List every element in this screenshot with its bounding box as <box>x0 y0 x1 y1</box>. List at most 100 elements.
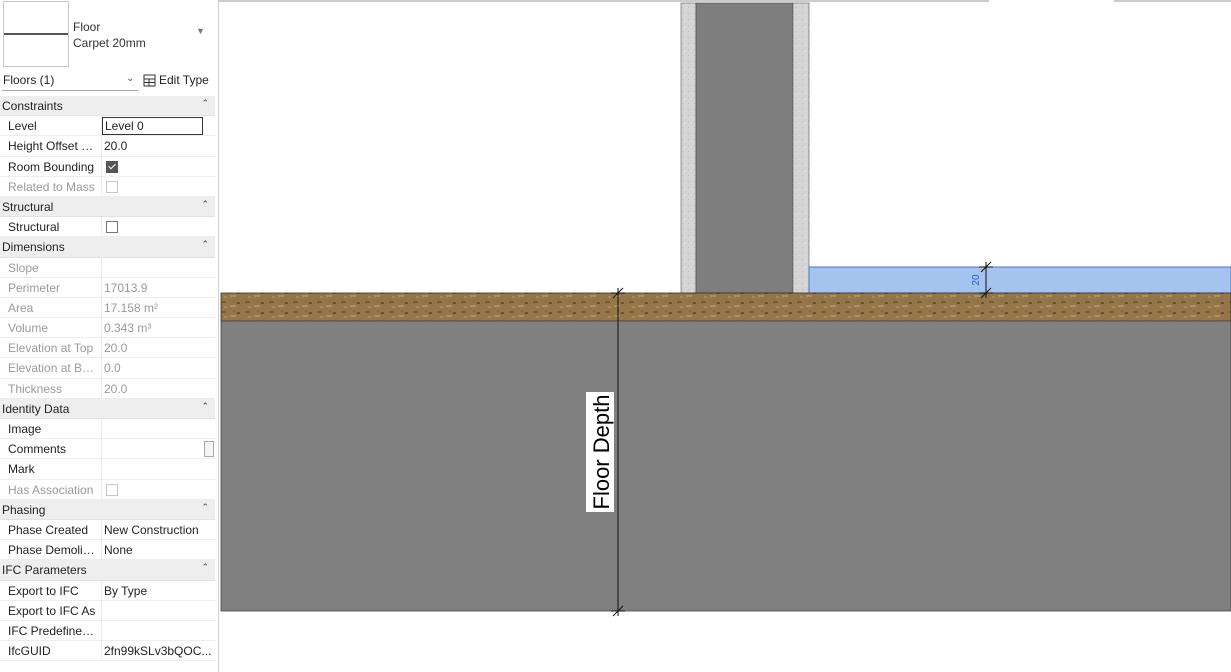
type-type-label: Carpet 20mm <box>73 36 146 50</box>
prop-row-volume: Volume 0.343 m³ <box>0 318 215 339</box>
prop-name: Slope <box>8 260 39 275</box>
prop-name: Phase Demolish... <box>8 543 100 558</box>
prop-row-slope: Slope <box>0 257 215 278</box>
prop-row-export-ifc-as[interactable]: Export to IFC As <box>0 600 215 621</box>
instance-filter[interactable]: Floors (1) ⌄ Edit Type <box>0 70 218 92</box>
type-preview-thumbnail <box>3 1 69 67</box>
screed-layer[interactable] <box>220 292 1231 322</box>
wall-finish-right[interactable] <box>792 2 810 294</box>
level-field[interactable]: Level 0 <box>102 117 203 136</box>
structural-checkbox[interactable] <box>106 221 118 234</box>
wall-finish-left[interactable] <box>680 2 697 294</box>
category-identity-data[interactable]: Identity Data ⌃ <box>0 398 215 419</box>
prop-value: 17013.9 <box>104 280 148 295</box>
chevron-down-icon[interactable]: ▼ <box>196 26 205 36</box>
collapse-icon[interactable]: ⌃ <box>201 199 209 210</box>
prop-row-room-bounding[interactable]: Room Bounding <box>0 156 215 177</box>
prop-name: Related to Mass <box>8 179 95 194</box>
prop-value[interactable]: None <box>104 543 212 557</box>
prop-row-ifcguid[interactable]: IfcGUID 2fn99kSLv3bQOC... <box>0 641 215 662</box>
prop-row-elevation-top: Elevation at Top 20.0 <box>0 338 215 359</box>
prop-name: Elevation at Top <box>8 341 94 356</box>
edit-type-label: Edit Type <box>159 73 209 87</box>
edit-type-button[interactable]: Edit Type <box>143 73 209 87</box>
prop-name: Image <box>8 422 42 436</box>
prop-name: Room Bounding <box>8 159 95 174</box>
concrete-slab[interactable] <box>220 320 1231 612</box>
prop-value[interactable]: By Type <box>104 584 212 598</box>
prop-value[interactable]: 2fn99kSLv3bQOC... <box>104 644 212 658</box>
prop-row-ifc-predefined[interactable]: IFC Predefined ... <box>0 620 215 642</box>
prop-row-export-ifc[interactable]: Export to IFC By Type <box>0 580 215 601</box>
properties-panel: Floor Carpet 20mm ▼ Floors (1) ⌄ Edit Ty… <box>0 0 219 672</box>
prop-row-elevation-bottom: Elevation at Bot... 0.0 <box>0 358 215 379</box>
prop-name: Elevation at Bot... <box>8 361 100 376</box>
category-label: Constraints <box>2 99 63 113</box>
level-value: Level 0 <box>105 119 144 134</box>
collapse-icon[interactable]: ⌃ <box>201 98 209 109</box>
floor-depth-label[interactable]: Floor Depth <box>589 395 614 510</box>
prop-value[interactable]: New Construction <box>104 523 212 537</box>
prop-row-structural[interactable]: Structural <box>0 217 215 238</box>
collapse-icon[interactable]: ⌃ <box>201 401 209 412</box>
prop-row-image[interactable]: Image <box>0 419 215 440</box>
category-dimensions[interactable]: Dimensions ⌃ <box>0 237 215 258</box>
prop-name: Thickness <box>8 381 63 396</box>
category-label: Dimensions <box>2 240 65 255</box>
type-name: Floor Carpet 20mm <box>73 19 146 51</box>
carpet-floor-selected[interactable] <box>808 266 1231 294</box>
category-structural[interactable]: Structural ⌃ <box>0 196 215 218</box>
prop-name: Phase Created <box>8 522 89 537</box>
prop-name: Comments <box>8 442 67 457</box>
type-family-label: Floor <box>73 20 101 34</box>
prop-row-phase-created[interactable]: Phase Created New Construction <box>0 519 215 541</box>
related-to-mass-checkbox <box>106 180 118 193</box>
thickness-dim-label[interactable]: 20 <box>971 274 982 286</box>
type-selector[interactable]: Floor Carpet 20mm ▼ <box>0 0 218 68</box>
wall-core[interactable] <box>695 2 794 294</box>
prop-row-phase-demolished[interactable]: Phase Demolish... None <box>0 540 215 561</box>
prop-name: Volume <box>8 321 49 336</box>
prop-row-related-to-mass: Related to Mass <box>0 176 215 197</box>
prop-row-perimeter: Perimeter 17013.9 <box>0 277 215 298</box>
prop-row-comments[interactable]: Comments <box>0 439 215 460</box>
prop-name: Area <box>8 300 34 315</box>
category-phasing[interactable]: Phasing ⌃ <box>0 499 215 520</box>
category-ifc-parameters[interactable]: IFC Parameters ⌃ <box>0 560 215 581</box>
prop-row-mark[interactable]: Mark <box>0 459 215 480</box>
wall-section[interactable] <box>680 2 810 294</box>
section-view[interactable]: Floor Depth 20 <box>219 0 1231 672</box>
prop-name: Mark <box>8 462 35 477</box>
prop-row-height-offset[interactable]: Height Offset Fr... 20.0 <box>0 136 215 157</box>
prop-name: IfcGUID <box>8 644 51 659</box>
collapse-icon[interactable]: ⌃ <box>201 562 209 573</box>
property-grid: Constraints ⌃ Level Level 0 Height Offset … <box>0 96 215 662</box>
prop-name: Export to IFC <box>8 583 79 598</box>
category-constraints[interactable]: Constraints ⌃ <box>0 96 215 117</box>
chevron-down-icon[interactable]: ⌄ <box>126 73 134 84</box>
browse-button[interactable] <box>204 441 214 458</box>
prop-name: IFC Predefined ... <box>8 623 100 638</box>
collapse-icon[interactable]: ⌃ <box>201 239 209 250</box>
prop-name: Height Offset Fr... <box>8 139 100 154</box>
category-label: IFC Parameters <box>2 563 87 578</box>
category-label: Phasing <box>2 502 46 517</box>
instance-filter-label: Floors (1) <box>3 73 55 87</box>
prop-name: Has Association <box>8 482 94 497</box>
prop-name: Structural <box>8 220 60 235</box>
prop-value[interactable]: 20.0 <box>104 139 212 153</box>
prop-name: Perimeter <box>8 280 61 295</box>
prop-value: 17.158 m² <box>104 300 159 315</box>
edit-type-icon <box>143 74 156 86</box>
category-label: Structural <box>2 199 54 214</box>
prop-row-thickness: Thickness 20.0 <box>0 378 215 399</box>
prop-name: Export to IFC As <box>8 603 96 618</box>
prop-value: 20.0 <box>104 381 128 396</box>
has-association-checkbox <box>106 483 118 496</box>
room-bounding-checkbox[interactable] <box>106 160 118 173</box>
prop-row-level[interactable]: Level Level 0 <box>0 116 215 137</box>
drawing-canvas[interactable]: Floor Depth 20 <box>219 0 1231 672</box>
prop-value: 0.343 m³ <box>104 321 152 336</box>
prop-value: 0.0 <box>104 361 121 376</box>
collapse-icon[interactable]: ⌃ <box>201 502 209 513</box>
